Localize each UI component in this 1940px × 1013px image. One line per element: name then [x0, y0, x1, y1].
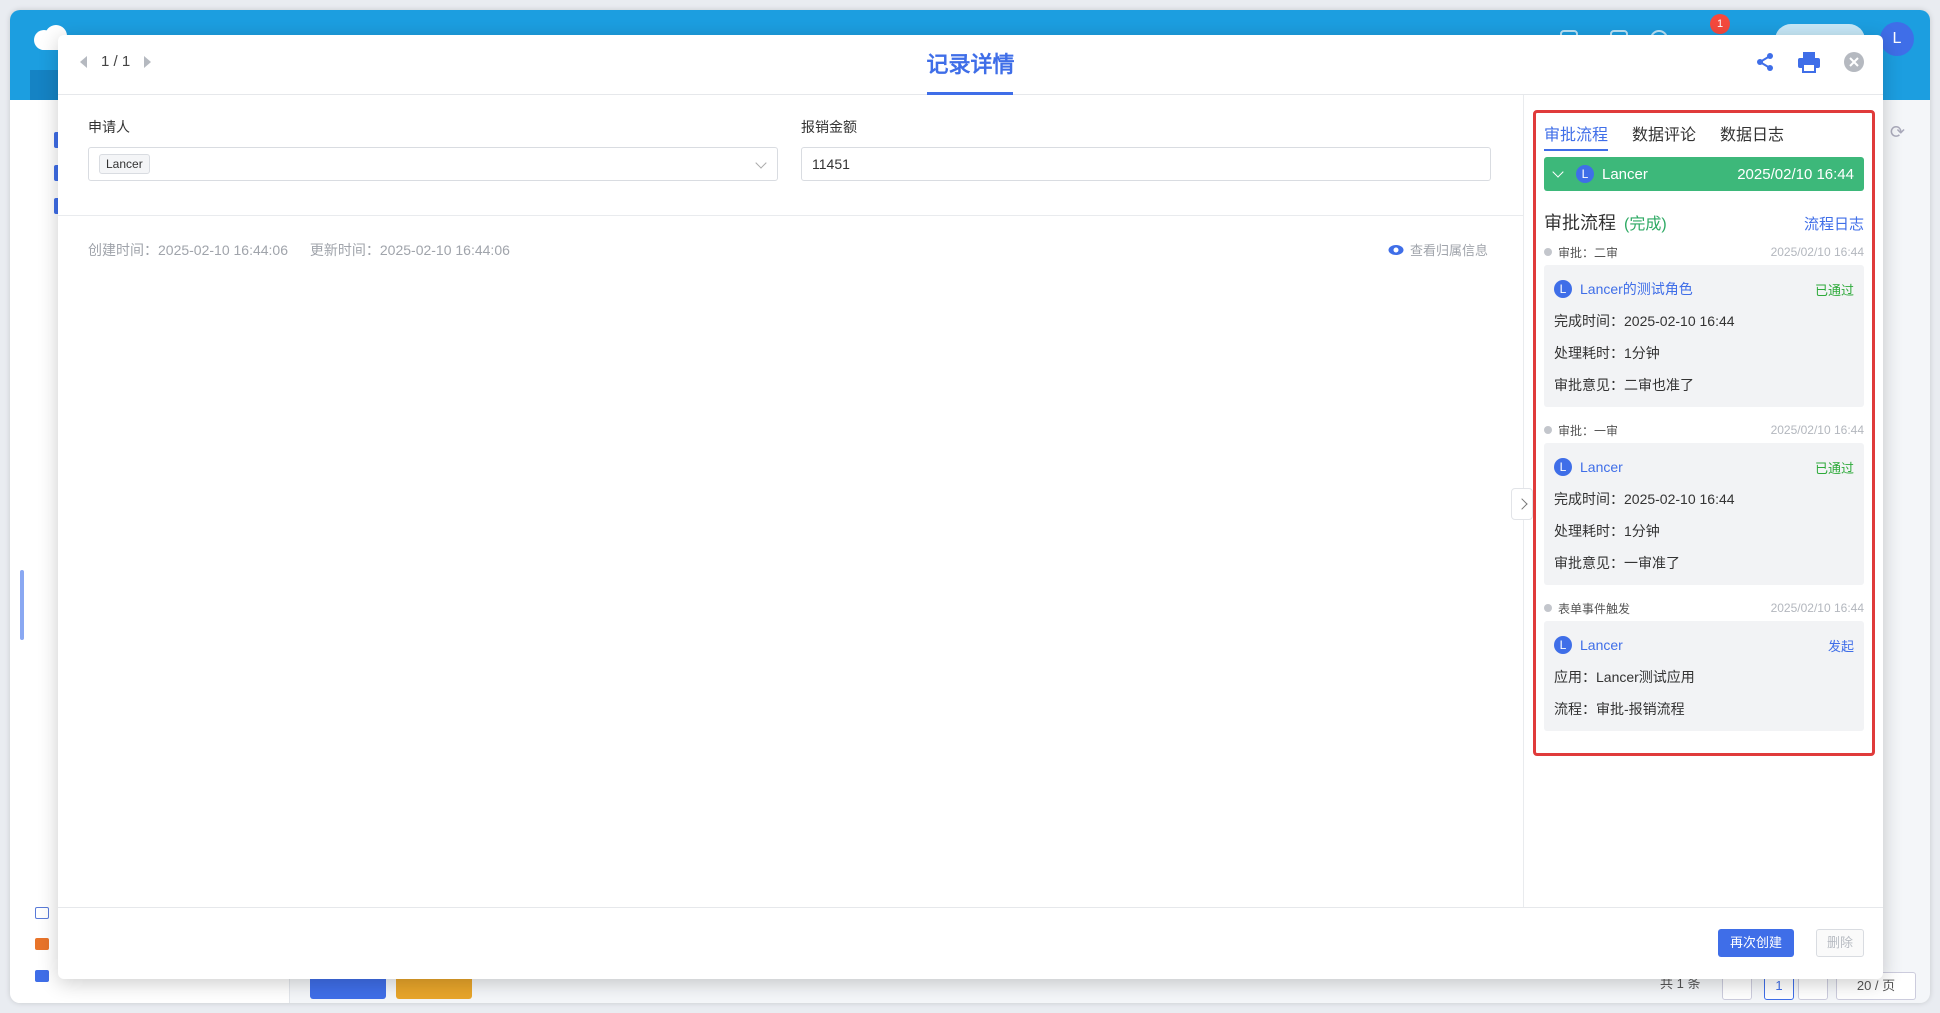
- amount-field: 报销金额 11451: [801, 117, 1491, 181]
- node-detail: 审批意见：一审准了: [1554, 555, 1680, 571]
- node-detail: 审批意见：二审也准了: [1554, 377, 1694, 393]
- status-badge: 发起: [1827, 638, 1854, 654]
- node-detail: 处理耗时：1分钟: [1554, 523, 1660, 539]
- modal-footer: 再次创建 删除: [58, 907, 1883, 979]
- node-card: L Lancer的测试角色 已通过 完成时间：2025-02-10 16:44 …: [1544, 265, 1864, 407]
- node-time: 2025/02/10 16:44: [1770, 601, 1864, 615]
- delete-button[interactable]: 删除: [1816, 929, 1864, 957]
- node-detail: 完成时间：2025-02-10 16:44: [1554, 313, 1735, 329]
- updated-time: 更新时间：2025-02-10 16:44:06: [309, 242, 510, 258]
- node-dot: [1544, 248, 1552, 256]
- chevron-down-icon: [1552, 166, 1564, 178]
- form-divider: [58, 215, 1523, 216]
- node-title: 审批：一审: [1558, 423, 1619, 438]
- approval-panel: 审批流程 数据评论 数据日志 L Lancer 2025/02/10 16:44…: [1533, 110, 1875, 756]
- applicant-field: 申请人 Lancer: [88, 117, 778, 181]
- node-detail: 完成时间：2025-02-10 16:44: [1554, 491, 1735, 507]
- flow-header: 审批流程 (完成) 流程日志: [1544, 209, 1864, 235]
- applicant-select[interactable]: Lancer: [88, 147, 778, 181]
- eye-icon: [1388, 244, 1404, 255]
- folder-icon[interactable]: [35, 970, 49, 982]
- view-owner-text: 查看归属信息: [1410, 243, 1489, 258]
- tab-approval-flow[interactable]: 审批流程: [1544, 121, 1609, 151]
- avatar: L: [1554, 458, 1572, 476]
- amount-label: 报销金额: [801, 119, 857, 135]
- flow-node: 表单事件触发 2025/02/10 16:44 L Lancer 发起 应用：L…: [1544, 599, 1864, 731]
- sidebar-scrollbar[interactable]: [20, 570, 24, 640]
- modal-header: 1 / 1 记录详情: [58, 35, 1883, 95]
- flow-status: (完成): [1624, 216, 1667, 233]
- avatar: L: [1554, 280, 1572, 298]
- record-detail-modal: 1 / 1 记录详情 申请人 Lancer 报销金额 11451 创建时间：20…: [58, 35, 1883, 979]
- node-handler[interactable]: Lancer: [1580, 459, 1623, 475]
- node-dot: [1544, 604, 1552, 612]
- node-detail: 流程：审批-报销流程: [1554, 701, 1685, 717]
- node-title: 审批：二审: [1558, 245, 1619, 260]
- amount-input[interactable]: 11451: [801, 147, 1491, 181]
- avatar: L: [1576, 165, 1594, 183]
- node-handler[interactable]: Lancer: [1580, 637, 1623, 653]
- status-badge: 已通过: [1814, 282, 1854, 298]
- modal-title: 记录详情: [926, 52, 1015, 77]
- notification-badge: 1: [1710, 14, 1730, 34]
- node-time: 2025/02/10 16:44: [1770, 423, 1864, 437]
- node-title: 表单事件触发: [1558, 601, 1631, 616]
- recreate-button[interactable]: 再次创建: [1718, 929, 1794, 957]
- approver-time: 2025/02/10 16:44: [1737, 165, 1854, 183]
- view-owner-link[interactable]: 查看归属信息: [1388, 240, 1488, 259]
- chevron-down-icon: [755, 157, 767, 169]
- node-card: L Lancer 已通过 完成时间：2025-02-10 16:44 处理耗时：…: [1544, 443, 1864, 585]
- panel-tabs: 审批流程 数据评论 数据日志: [1544, 113, 1864, 151]
- title-underline: [927, 92, 1013, 95]
- flow-node: 审批：二审 2025/02/10 16:44 L Lancer的测试角色 已通过…: [1544, 243, 1864, 407]
- applicant-label: 申请人: [88, 119, 130, 135]
- flow-title: 审批流程: [1544, 213, 1616, 233]
- share-icon[interactable]: [1755, 52, 1775, 72]
- flow-log-link[interactable]: 流程日志: [1804, 213, 1864, 234]
- table-icon[interactable]: [35, 938, 49, 950]
- close-icon[interactable]: [1843, 51, 1865, 73]
- node-time: 2025/02/10 16:44: [1770, 245, 1864, 259]
- node-detail: 处理耗时：1分钟: [1554, 345, 1660, 361]
- applicant-tag: Lancer: [99, 154, 150, 174]
- record-meta: 创建时间：2025-02-10 16:44:06 更新时间：2025-02-10…: [88, 240, 528, 260]
- approver-name: Lancer: [1602, 165, 1648, 183]
- flow-node: 审批：一审 2025/02/10 16:44 L Lancer 已通过 完成时间…: [1544, 421, 1864, 585]
- tab-data-log[interactable]: 数据日志: [1720, 121, 1784, 151]
- node-dot: [1544, 426, 1552, 434]
- tab-data-comments[interactable]: 数据评论: [1632, 121, 1696, 151]
- form-icon[interactable]: [35, 907, 49, 919]
- node-card: L Lancer 发起 应用：Lancer测试应用 流程：审批-报销流程: [1544, 621, 1864, 731]
- approver-bar[interactable]: L Lancer 2025/02/10 16:44: [1544, 157, 1864, 191]
- node-detail: 应用：Lancer测试应用: [1554, 669, 1695, 685]
- created-time: 创建时间：2025-02-10 16:44:06: [88, 242, 288, 258]
- status-badge: 已通过: [1814, 460, 1854, 476]
- node-handler[interactable]: Lancer的测试角色: [1580, 279, 1693, 299]
- user-avatar[interactable]: L: [1880, 22, 1914, 56]
- refresh-icon[interactable]: ⟳: [1890, 122, 1910, 142]
- avatar: L: [1554, 636, 1572, 654]
- print-icon[interactable]: [1797, 51, 1821, 73]
- collapse-panel-button[interactable]: [1511, 488, 1533, 520]
- amount-value: 11451: [812, 156, 850, 172]
